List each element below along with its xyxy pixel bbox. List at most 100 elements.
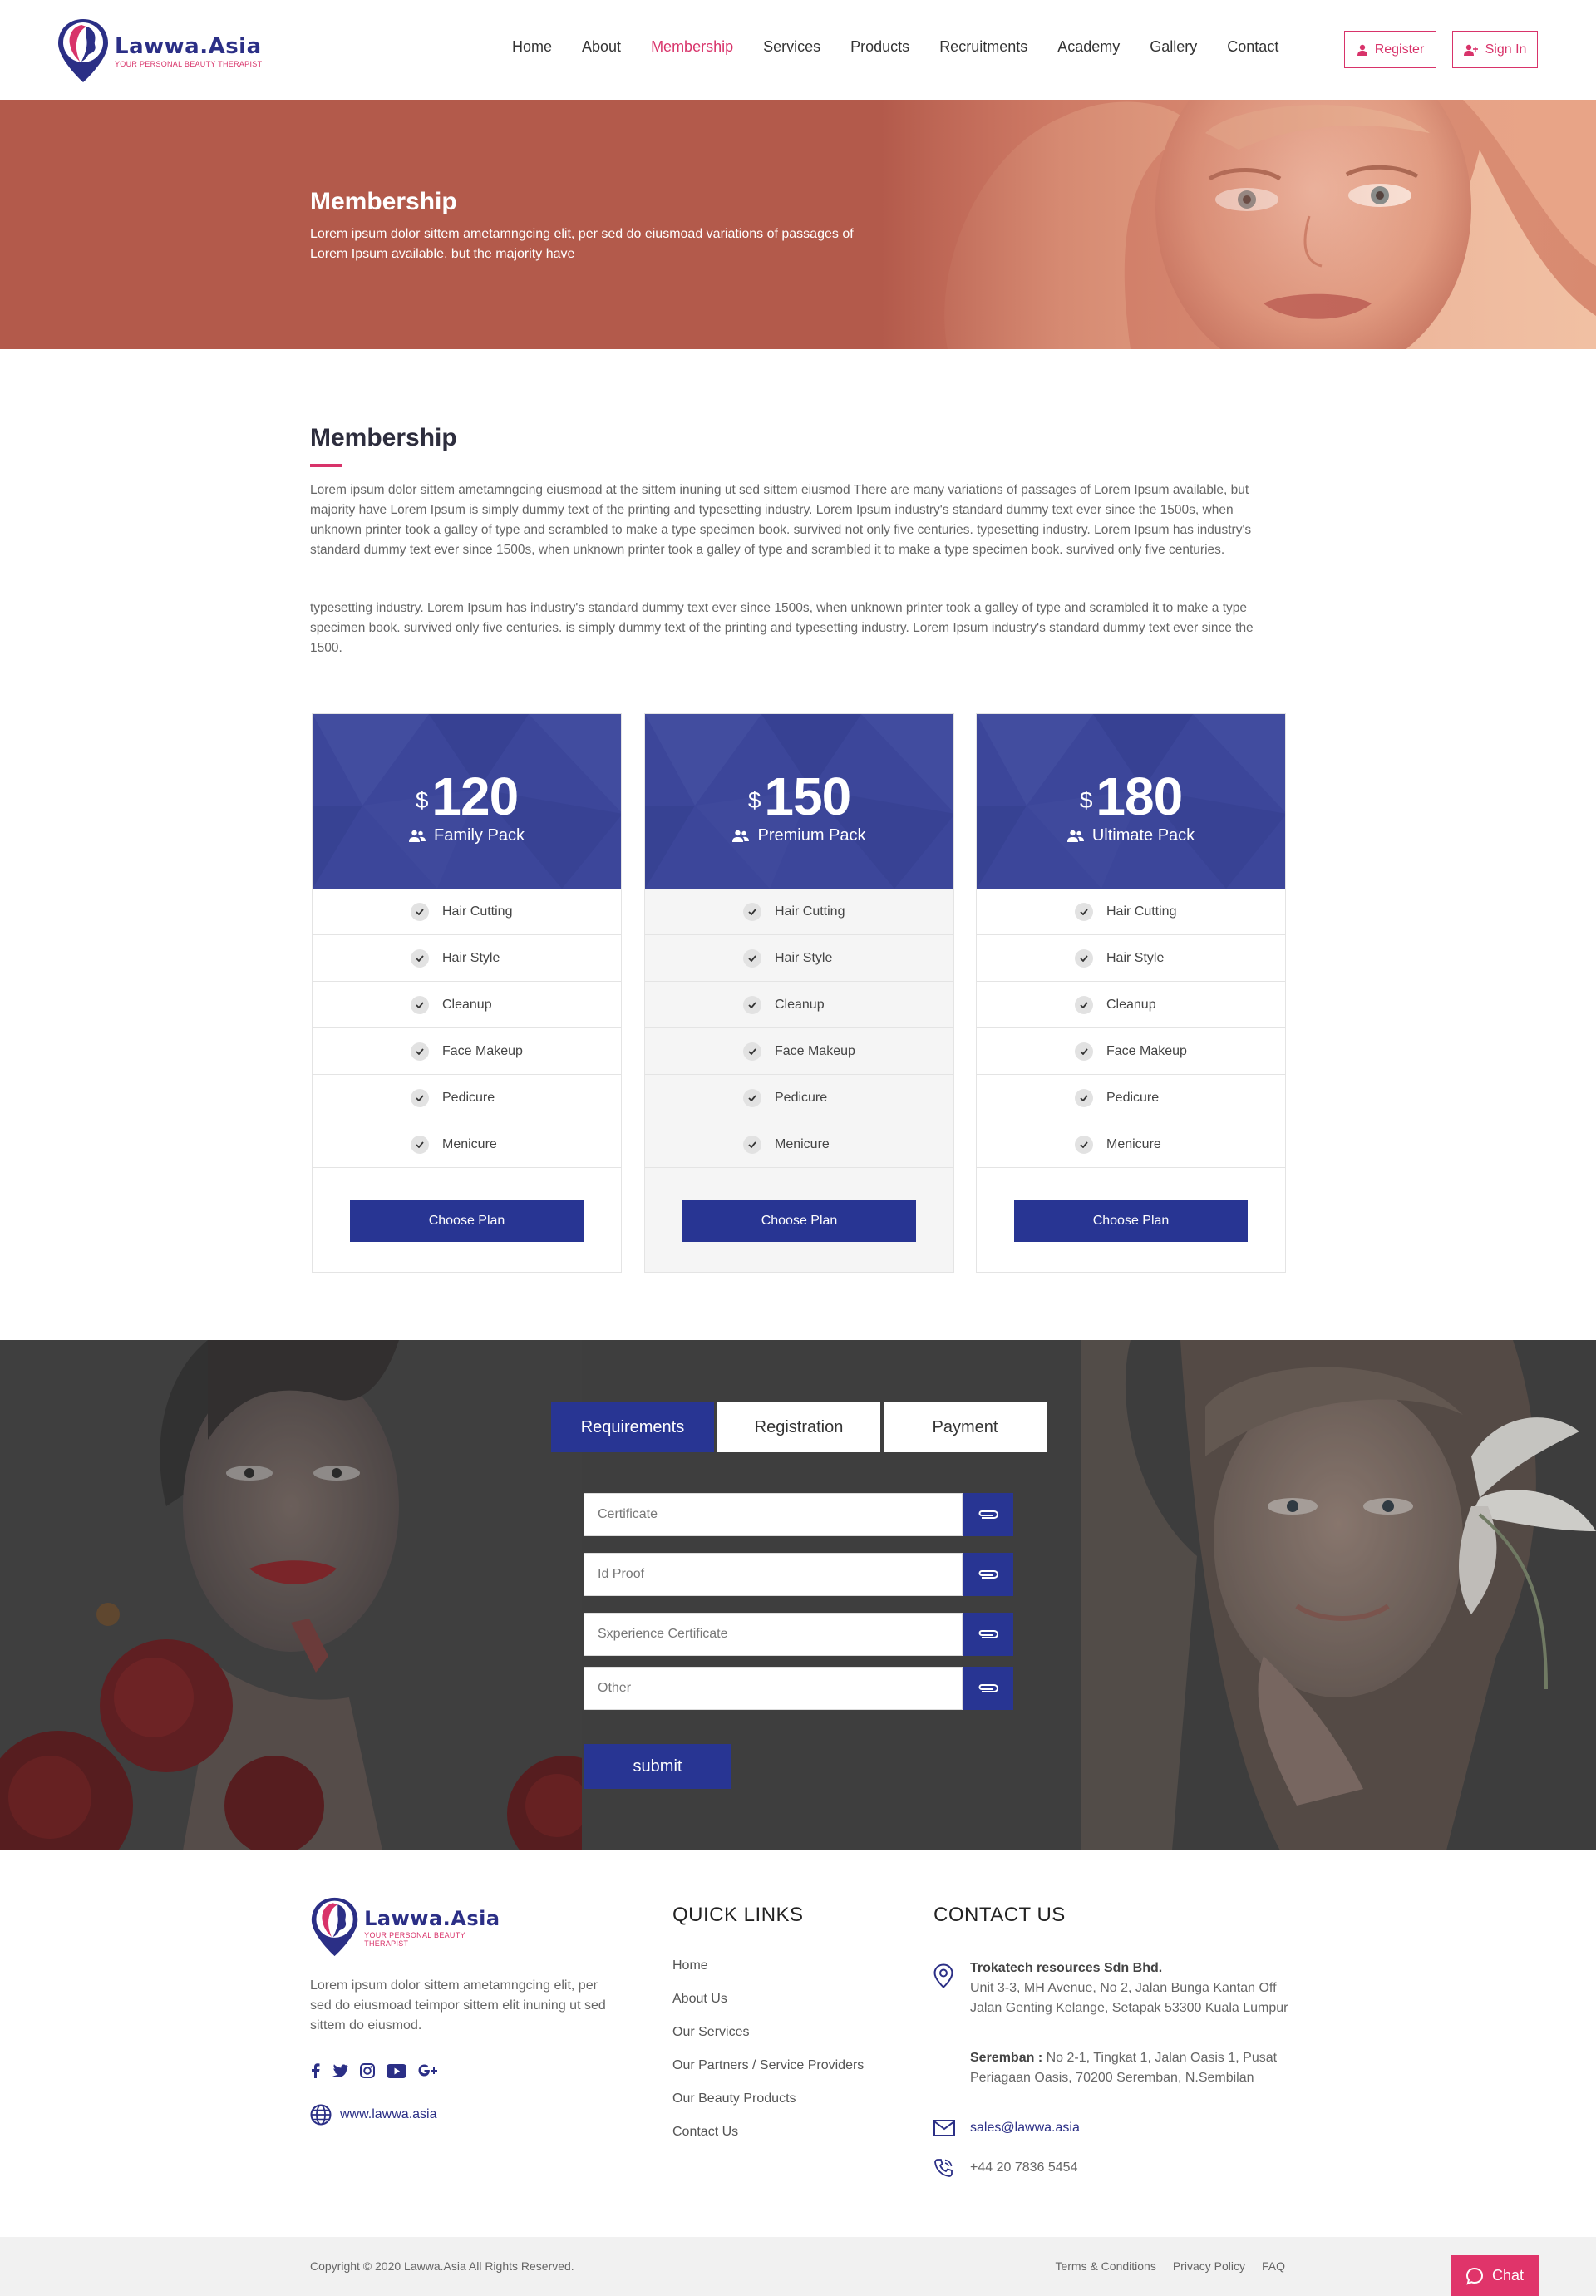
- check-icon: [743, 1135, 761, 1154]
- footer-logo[interactable]: Lawwa.Asia YOUR PERSONAL BEAUTY THERAPIS…: [310, 1894, 510, 1960]
- plan-name: Ultimate Pack: [977, 826, 1285, 845]
- terms-link[interactable]: Terms & Conditions: [1055, 2259, 1155, 2273]
- plan-name: Premium Pack: [645, 826, 953, 845]
- choose-plan-button[interactable]: Choose Plan: [1014, 1200, 1248, 1242]
- experience-certificate-field[interactable]: Sxperience Certificate: [584, 1613, 963, 1656]
- chat-button[interactable]: Chat: [1451, 2255, 1539, 2296]
- youtube-icon[interactable]: [387, 2063, 406, 2078]
- plan-amount: 150: [764, 766, 851, 826]
- site-logo[interactable]: Lawwa.Asia YOUR PERSONAL BEAUTY THERAPIS…: [57, 17, 273, 85]
- logo-name: Lawwa.Asia: [115, 33, 262, 59]
- plan-feature: Menicure: [313, 1121, 621, 1168]
- copyright: Copyright © 2020 Lawwa.Asia All Rights R…: [310, 2259, 574, 2273]
- facebook-icon[interactable]: [310, 2063, 320, 2078]
- quick-link-about[interactable]: About Us: [672, 1992, 864, 2025]
- plan-feature-label: Hair Style: [442, 950, 500, 965]
- quick-link-services[interactable]: Our Services: [672, 2025, 864, 2058]
- website-url: www.lawwa.asia: [340, 2107, 437, 2121]
- plan-currency: $: [1079, 787, 1093, 813]
- plan-feature: Pedicure: [313, 1075, 621, 1121]
- other-field[interactable]: Other: [584, 1667, 963, 1710]
- signin-label: Sign In: [1485, 42, 1527, 57]
- right-model-image: [1081, 1340, 1596, 1850]
- paperclip-icon: [978, 1630, 998, 1638]
- user-icon: [1357, 44, 1367, 56]
- section-title: Membership: [310, 424, 457, 451]
- chat-bubble-icon: [1465, 2267, 1483, 2285]
- nav-gallery[interactable]: Gallery: [1135, 38, 1212, 56]
- register-label: Register: [1374, 42, 1425, 57]
- submit-button[interactable]: submit: [584, 1744, 732, 1789]
- check-icon: [743, 1042, 761, 1061]
- contact-title: CONTACT US: [933, 1904, 1066, 1926]
- plan-header: $120 Family Pack: [313, 714, 621, 889]
- choose-plan-button[interactable]: Choose Plan: [350, 1200, 584, 1242]
- attach-button[interactable]: [963, 1493, 1013, 1536]
- check-icon: [411, 1135, 429, 1154]
- paperclip-icon: [978, 1684, 998, 1692]
- plan-feature-label: Face Makeup: [442, 1043, 523, 1058]
- hero-model-image: [881, 100, 1596, 349]
- plan-price: $180: [977, 766, 1285, 827]
- id-proof-field[interactable]: Id Proof: [584, 1553, 963, 1596]
- location-pin-icon: [933, 1963, 953, 1988]
- plan-feature-label: Cleanup: [775, 997, 825, 1012]
- tab-requirements[interactable]: Requirements: [551, 1402, 714, 1452]
- tab-registration[interactable]: Registration: [717, 1402, 880, 1452]
- nav-products[interactable]: Products: [835, 38, 924, 56]
- plan-feature: Cleanup: [645, 982, 953, 1028]
- website-link[interactable]: www.lawwa.asia: [310, 2104, 436, 2126]
- quick-link-home[interactable]: Home: [672, 1958, 864, 1992]
- main-nav: Home About Membership Services Products …: [497, 38, 1293, 56]
- check-icon: [411, 902, 429, 921]
- plan-feature: Cleanup: [313, 982, 621, 1028]
- register-button[interactable]: Register: [1344, 31, 1436, 68]
- plan-feature-label: Hair Cutting: [442, 904, 513, 919]
- logo-pin-icon: [58, 19, 108, 82]
- plan-feature: Menicure: [977, 1121, 1285, 1168]
- nav-academy[interactable]: Academy: [1042, 38, 1135, 56]
- plan-feature: Hair Style: [977, 935, 1285, 982]
- site-footer: Lawwa.Asia YOUR PERSONAL BEAUTY THERAPIS…: [0, 1850, 1596, 2237]
- check-icon: [411, 948, 429, 968]
- tab-payment[interactable]: Payment: [884, 1402, 1047, 1452]
- nav-services[interactable]: Services: [748, 38, 835, 56]
- quick-link-partners[interactable]: Our Partners / Service Providers: [672, 2058, 864, 2092]
- signin-button[interactable]: Sign In: [1452, 31, 1538, 68]
- google-plus-icon[interactable]: [418, 2064, 438, 2077]
- plan-feature-label: Face Makeup: [1106, 1043, 1187, 1058]
- plan-card-premium: $150 Premium Pack Hair Cutting Hair Style Cl…: [644, 713, 954, 1273]
- quick-link-products[interactable]: Our Beauty Products: [672, 2092, 864, 2125]
- hero-subtitle: Lorem ipsum dolor sittem ametamngcing el…: [310, 227, 854, 261]
- upload-experience-certificate: Sxperience Certificate: [584, 1613, 1013, 1656]
- check-icon: [411, 995, 429, 1014]
- nav-recruitments[interactable]: Recruitments: [924, 38, 1042, 56]
- plan-card-family: $120 Family Pack Hair Cutting Hair Style Cle…: [312, 713, 622, 1273]
- nav-about[interactable]: About: [567, 38, 636, 56]
- social-links: [310, 2063, 438, 2078]
- twitter-icon[interactable]: [332, 2064, 348, 2077]
- left-model-image: [0, 1340, 582, 1850]
- privacy-link[interactable]: Privacy Policy: [1173, 2259, 1245, 2273]
- plan-header: $180 Ultimate Pack: [977, 714, 1285, 889]
- attach-button[interactable]: [963, 1553, 1013, 1596]
- plan-feature-label: Hair Cutting: [1106, 904, 1177, 919]
- plan-price: $150: [645, 766, 953, 827]
- plan-feature: Face Makeup: [977, 1028, 1285, 1075]
- faq-link[interactable]: FAQ: [1262, 2259, 1285, 2273]
- requirements-section: Requirements Registration Payment Certif…: [0, 1340, 1596, 1850]
- plan-feature-label: Hair Style: [775, 950, 833, 965]
- nav-membership[interactable]: Membership: [636, 38, 748, 56]
- nav-home[interactable]: Home: [497, 38, 567, 56]
- choose-plan-button[interactable]: Choose Plan: [682, 1200, 916, 1242]
- plan-name-label: Family Pack: [434, 826, 525, 845]
- quick-link-contact[interactable]: Contact Us: [672, 2125, 864, 2158]
- attach-button[interactable]: [963, 1667, 1013, 1710]
- plan-feature: Pedicure: [645, 1075, 953, 1121]
- nav-contact[interactable]: Contact: [1212, 38, 1293, 56]
- title-underline: [310, 464, 342, 467]
- footer-logo-name: Lawwa.Asia: [364, 1906, 500, 1930]
- certificate-field[interactable]: Certificate: [584, 1493, 963, 1536]
- attach-button[interactable]: [963, 1613, 1013, 1656]
- instagram-icon[interactable]: [360, 2063, 375, 2078]
